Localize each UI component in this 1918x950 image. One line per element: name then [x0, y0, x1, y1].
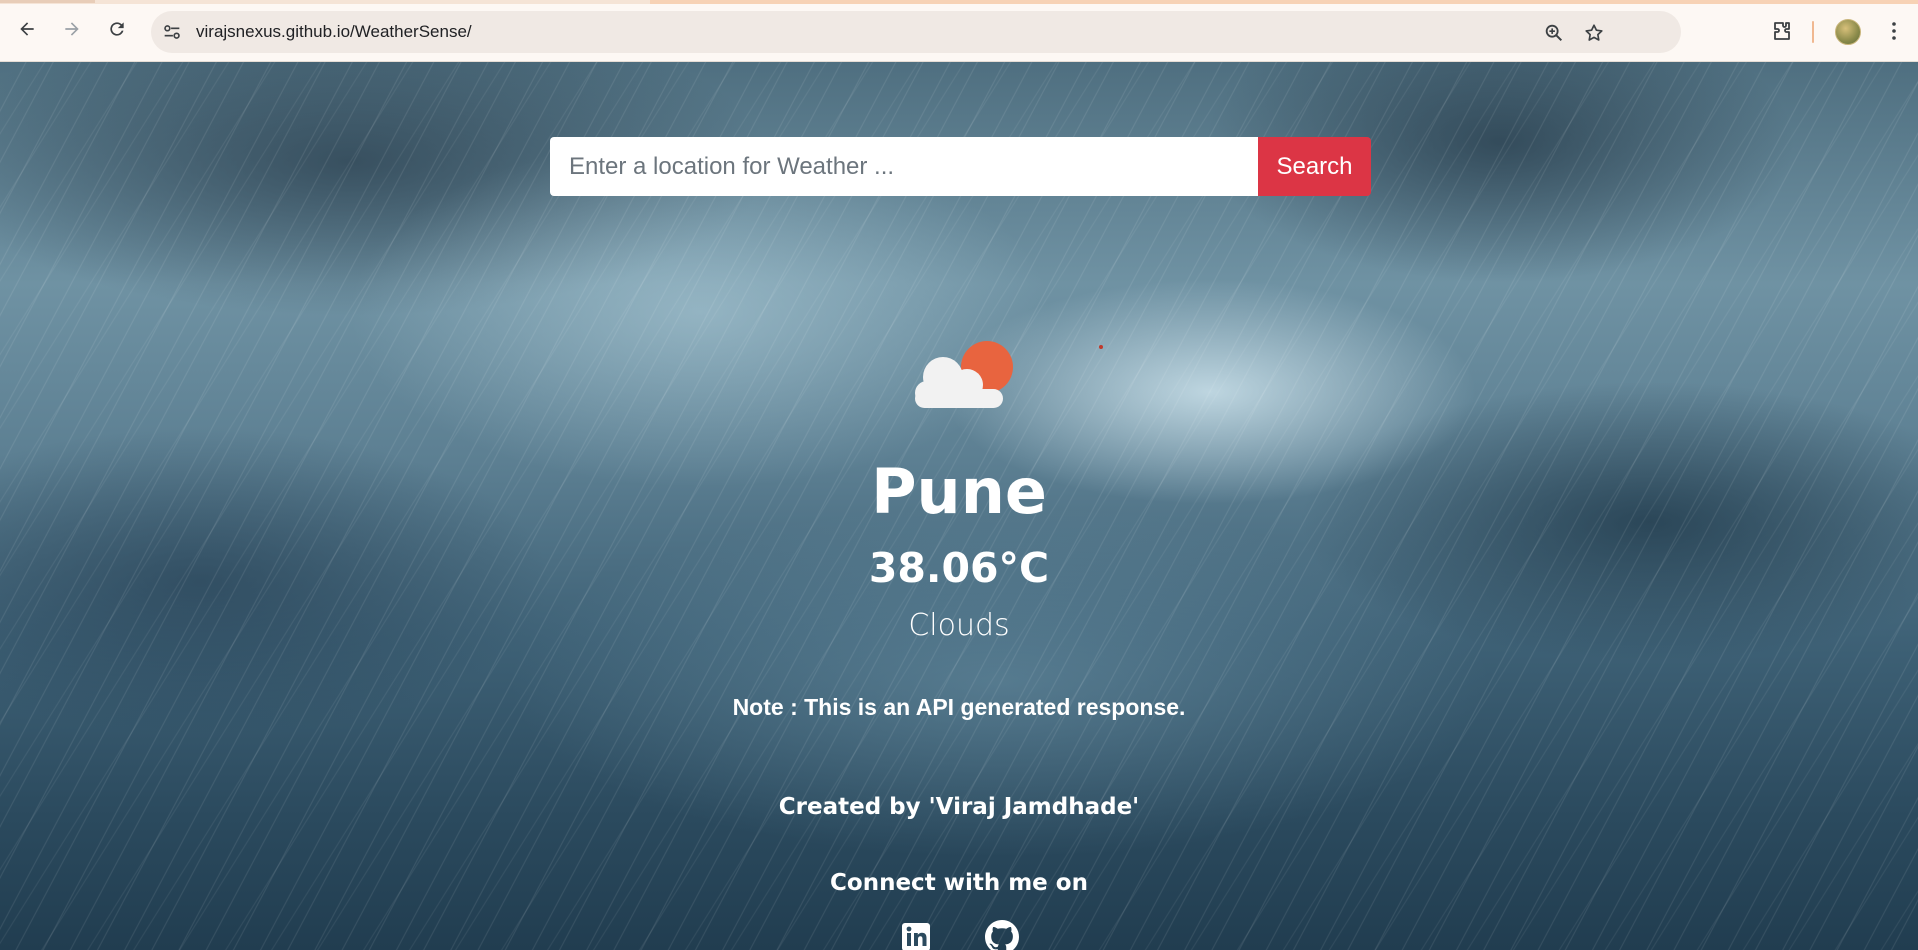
- city-name: Pune: [871, 455, 1047, 528]
- browser-toolbar: virajsnexus.github.io/WeatherSense/: [0, 0, 1918, 62]
- toolbar-divider: [1812, 21, 1814, 43]
- weather-page: Search Pune 38.06°C Clouds Note : This i…: [0, 62, 1918, 950]
- bookmark-star-icon[interactable]: [1583, 22, 1605, 44]
- forward-button[interactable]: [55, 12, 89, 46]
- temperature: 38.06°C: [868, 544, 1050, 592]
- github-icon: [985, 920, 1019, 950]
- extensions-icon[interactable]: [1770, 19, 1794, 43]
- zoom-icon[interactable]: [1543, 22, 1565, 44]
- marker-dot: [1099, 345, 1103, 349]
- profile-avatar[interactable]: [1835, 19, 1861, 45]
- location-search-input[interactable]: [550, 137, 1258, 196]
- api-note: Note : This is an API generated response…: [732, 694, 1186, 720]
- active-tab-indicator: [0, 0, 95, 3]
- cloud-sun-icon: [915, 341, 1013, 408]
- linkedin-icon: [902, 923, 930, 950]
- creator-credit: Created by 'Viraj Jamdhade': [778, 794, 1140, 820]
- back-button[interactable]: [10, 12, 44, 46]
- site-settings-icon[interactable]: [161, 21, 183, 43]
- reload-icon: [110, 22, 124, 36]
- linkedin-link[interactable]: [899, 920, 933, 950]
- arrow-left-icon: [20, 22, 34, 36]
- tab-strip-highlight: [650, 0, 1918, 4]
- reload-button[interactable]: [100, 12, 134, 46]
- search-form: Search: [550, 137, 1371, 196]
- address-bar[interactable]: virajsnexus.github.io/WeatherSense/: [151, 11, 1681, 53]
- github-link[interactable]: [985, 920, 1019, 950]
- more-menu-icon[interactable]: [1882, 19, 1906, 43]
- connect-heading: Connect with me on: [830, 870, 1088, 896]
- url-text[interactable]: virajsnexus.github.io/WeatherSense/: [196, 22, 472, 42]
- search-button[interactable]: Search: [1258, 137, 1371, 196]
- arrow-right-icon: [65, 22, 79, 36]
- weather-condition: Clouds: [908, 608, 1010, 643]
